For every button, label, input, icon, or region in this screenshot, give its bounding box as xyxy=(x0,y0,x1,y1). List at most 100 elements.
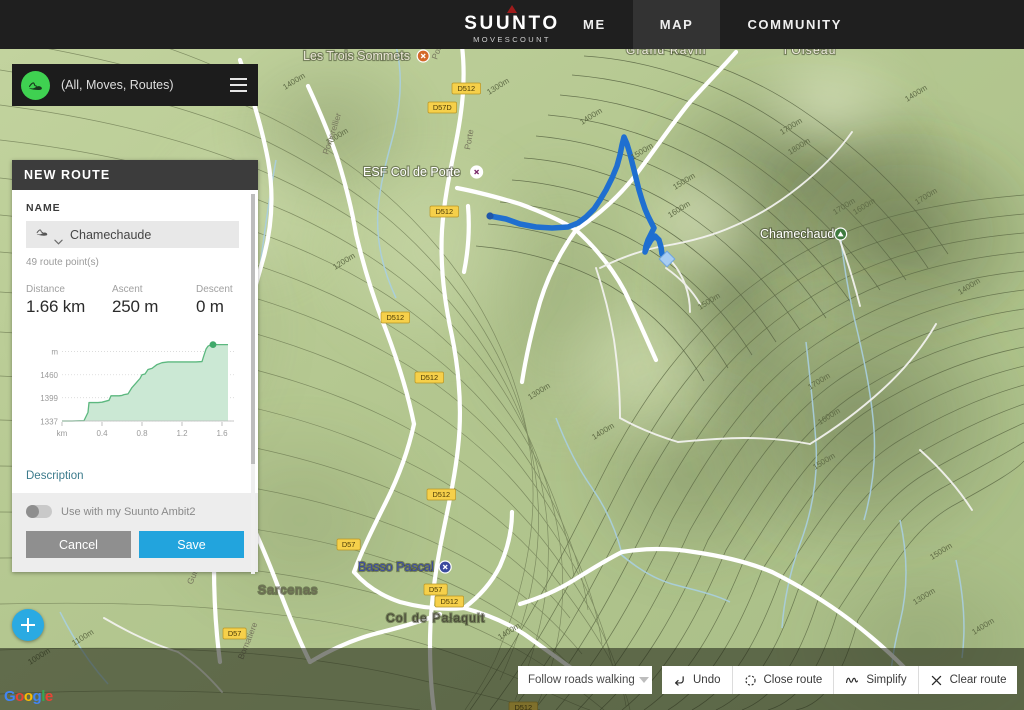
stat-ascent: Ascent 250 m xyxy=(112,284,196,317)
google-letter-e: e xyxy=(44,688,53,705)
stat-descent: Descent 0 m xyxy=(196,284,233,317)
road-shield-label: D57D xyxy=(433,103,452,112)
map-place-label[interactable]: Chamechaude xyxy=(759,226,848,242)
google-letter-o1: o xyxy=(15,688,24,705)
nav-tab-me[interactable]: ME xyxy=(556,0,633,49)
chart-x-tick-label: 1.2 xyxy=(176,429,188,438)
map-place-label-text: Les Trois Sommets xyxy=(303,49,410,63)
road-shield-label: D57 xyxy=(228,629,242,638)
cross-icon xyxy=(930,674,943,687)
map-place-label-text: Col de Palaquit xyxy=(386,611,485,625)
panel-scrollbar-thumb[interactable] xyxy=(251,194,255,464)
map-place-label-text: Sarcenas xyxy=(258,583,318,597)
close-route-button[interactable]: Close route xyxy=(732,666,835,694)
undo-button-label: Undo xyxy=(693,674,721,686)
brand-name: SUUNTO xyxy=(464,13,560,34)
road-shield-label: D512 xyxy=(432,490,450,499)
cancel-button[interactable]: Cancel xyxy=(26,531,131,558)
add-button[interactable] xyxy=(12,609,44,641)
elevation-profile-chart[interactable]: 1337 1399 1460 m km 0.4 0.8 1.2 1.6 xyxy=(26,333,239,443)
road-shield-label: D57 xyxy=(429,585,443,594)
stat-descent-label: Descent xyxy=(196,284,233,295)
map-place-label-text: ESF Col de Porte xyxy=(363,165,460,179)
hamburger-icon[interactable] xyxy=(223,64,253,106)
panel-actions: Cancel Save xyxy=(26,531,244,558)
description-row: Description xyxy=(12,466,258,493)
brand-logo: SUUNTO MOVESCOUNT xyxy=(0,5,1024,44)
road-shield: D512 xyxy=(414,371,444,384)
use-with-ambit-toggle[interactable] xyxy=(26,505,52,518)
undo-arrow-icon xyxy=(673,674,686,687)
road-shield-label: D512 xyxy=(457,84,475,93)
shoe-icon xyxy=(34,225,50,244)
panel-scrollbar[interactable] xyxy=(251,194,255,574)
stat-distance-value: 1.66 km xyxy=(26,297,86,316)
new-route-panel: NEW ROUTE NAME Chamechaude 49 route poin… xyxy=(12,160,258,574)
panel-body: NAME Chamechaude 49 route point(s) Dista… xyxy=(12,190,258,493)
plus-icon-vertical xyxy=(27,618,29,632)
description-link[interactable]: Description xyxy=(26,470,84,482)
chart-y-tick-label: m xyxy=(51,348,58,357)
routing-mode-value: Follow roads walking xyxy=(528,674,635,686)
ambit-toggle-row: Use with my Suunto Ambit2 xyxy=(26,505,244,518)
road-shield-label: D512 xyxy=(420,373,438,382)
road-shield: D512 xyxy=(434,595,464,608)
clear-route-button-label: Clear route xyxy=(949,674,1007,686)
undo-button[interactable]: Undo xyxy=(662,666,733,694)
top-navigation-bar: SUUNTO MOVESCOUNT ME MAP COMMUNITY xyxy=(0,0,1024,49)
toggle-knob xyxy=(26,505,39,518)
google-attribution: Google xyxy=(4,688,53,705)
panel-footer: Use with my Suunto Ambit2 Cancel Save xyxy=(12,493,258,572)
google-letter-g1: G xyxy=(4,688,16,705)
simplify-button-label: Simplify xyxy=(866,674,907,686)
route-stats: Distance 1.66 km Ascent 250 m Descent 0 … xyxy=(26,284,244,317)
chart-x-tick-label: 0.4 xyxy=(96,429,108,438)
clear-route-button[interactable]: Clear route xyxy=(918,666,1018,694)
map-place-label[interactable]: Col de Palaquit xyxy=(385,610,485,626)
save-button[interactable]: Save xyxy=(139,531,244,558)
name-field-label: NAME xyxy=(26,202,61,214)
road-shield: D57D xyxy=(427,101,457,114)
route-action-group: Undo Close route Simplify Clear route xyxy=(662,666,1018,694)
route-name-value: Chamechaude xyxy=(70,227,152,242)
simplify-button[interactable]: Simplify xyxy=(834,666,919,694)
map-place-label[interactable]: Sarcenas xyxy=(257,582,318,598)
brand-subtitle: MOVESCOUNT xyxy=(473,35,551,44)
stat-descent-value: 0 m xyxy=(196,297,224,316)
stat-ascent-label: Ascent xyxy=(112,284,143,295)
google-letter-g2: g xyxy=(32,688,42,705)
map-filter-bar[interactable]: (All, Moves, Routes) xyxy=(12,64,258,106)
use-with-ambit-label: Use with my Suunto Ambit2 xyxy=(61,505,196,518)
chart-x-tick-label: 0.8 xyxy=(136,429,148,438)
road-shield-label: D512 xyxy=(440,597,458,606)
panel-title: NEW ROUTE xyxy=(12,160,258,190)
route-point-count: 49 route point(s) xyxy=(26,257,99,268)
road-shield-label: D57 xyxy=(342,540,356,549)
suunto-mark-icon xyxy=(507,5,517,13)
nav-tab-community[interactable]: COMMUNITY xyxy=(720,0,869,49)
wave-icon xyxy=(845,674,859,687)
stat-ascent-value: 250 m xyxy=(112,297,159,316)
chevron-down-icon[interactable] xyxy=(54,232,63,245)
nav-tab-map[interactable]: MAP xyxy=(632,0,721,49)
routing-mode-select[interactable]: Follow roads walking xyxy=(518,666,652,694)
chart-y-tick-label: 1399 xyxy=(40,394,58,403)
circle-dashed-icon xyxy=(744,674,757,687)
chevron-down-icon[interactable] xyxy=(638,677,649,683)
chart-y-tick-label: 1337 xyxy=(40,417,58,426)
stat-distance-label: Distance xyxy=(26,284,65,295)
road-shield: D512 xyxy=(429,205,459,218)
road-shield-label: D512 xyxy=(386,313,404,322)
close-route-button-label: Close route xyxy=(763,674,823,686)
nav-tab-list: ME MAP COMMUNITY xyxy=(556,0,869,49)
shoe-icon xyxy=(21,70,50,100)
road-shield: D57 xyxy=(423,583,448,596)
chart-x-tick-label: 1.6 xyxy=(216,429,228,438)
google-letter-o2: o xyxy=(23,688,33,705)
route-name-input[interactable]: Chamechaude xyxy=(26,221,239,248)
map-filter-label: (All, Moves, Routes) xyxy=(61,78,174,92)
road-shield: D512 xyxy=(426,488,456,501)
chart-end-marker[interactable] xyxy=(209,341,217,349)
stat-distance: Distance 1.66 km xyxy=(26,284,112,317)
app-root: 1400m 1300m 1300m 1400m 1400m 1500m 1500m 1600m… xyxy=(0,0,1024,710)
